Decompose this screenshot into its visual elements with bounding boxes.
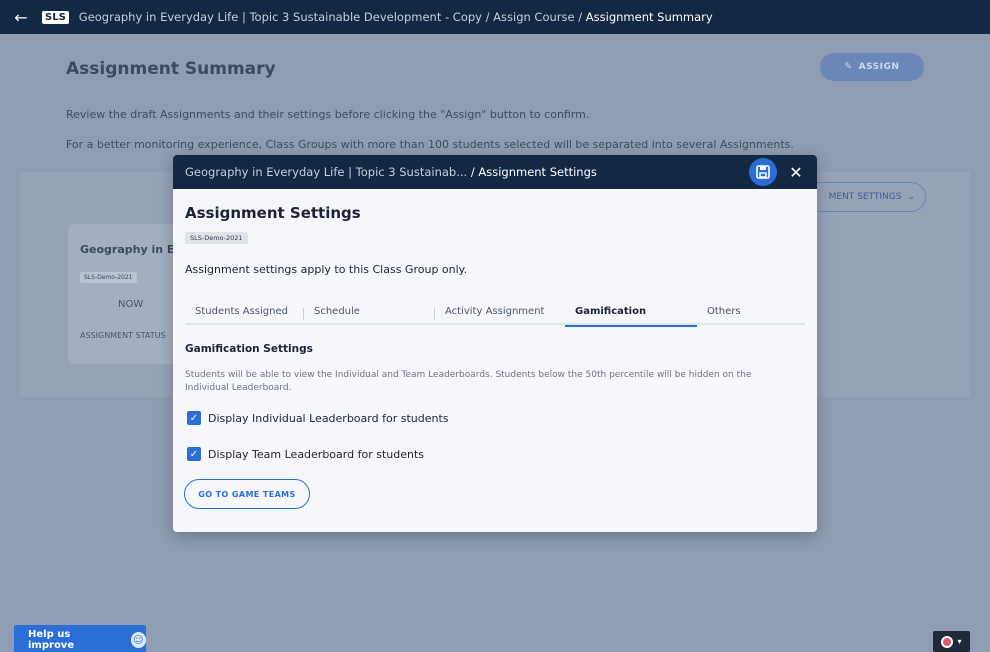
settings-tabs: Students Assigned Schedule Activity Assi… <box>185 303 805 327</box>
individual-leaderboard-checkbox[interactable]: ✓ <box>187 411 201 425</box>
class-group-chip: SLS-Demo-2021 <box>185 232 248 244</box>
save-icon <box>756 165 770 179</box>
tab-students-assigned[interactable]: Students Assigned <box>185 303 303 325</box>
individual-leaderboard-label: Display Individual Leaderboard for stude… <box>208 411 449 425</box>
go-to-game-teams-button[interactable]: GO TO GAME TEAMS <box>184 479 310 509</box>
card-class-chip: SLS-Demo-2021 <box>80 272 137 283</box>
save-button[interactable] <box>749 158 777 186</box>
top-bar: ← SLS Geography in Everyday Life | Topic… <box>0 0 990 34</box>
page-instruction: Review the draft Assignments and their s… <box>66 108 590 121</box>
assign-icon: ✎ <box>844 62 853 72</box>
assignment-settings-modal: Geography in Everyday Life | Topic 3 Sus… <box>173 155 817 532</box>
close-icon: ✕ <box>789 162 803 182</box>
section-title: Gamification Settings <box>185 343 313 355</box>
card-status: ASSIGNMENT STATUS <box>80 331 166 340</box>
breadcrumb-current: Assignment Summary <box>585 10 713 24</box>
caret-down-icon: ▾ <box>957 637 962 646</box>
chevron-down-icon: ⌄ <box>907 192 915 202</box>
help-us-improve-button[interactable]: Help us improve ☺ <box>14 625 146 652</box>
assign-button[interactable]: ✎ ASSIGN <box>820 53 924 81</box>
tab-gamification[interactable]: Gamification <box>565 303 697 327</box>
back-arrow-icon[interactable]: ← <box>10 8 32 27</box>
individual-leaderboard-option[interactable]: ✓ Display Individual Leaderboard for stu… <box>187 411 449 425</box>
help-label: Help us improve <box>28 629 75 651</box>
breadcrumb: Geography in Everyday Life | Topic 3 Sus… <box>79 10 713 24</box>
language-selector[interactable]: ▾ <box>933 631 970 652</box>
sls-logo: SLS <box>42 10 69 24</box>
modal-breadcrumb-current: / Assignment Settings <box>470 165 597 179</box>
page-title: Assignment Summary <box>66 59 276 79</box>
card-title: Geography in Ev <box>80 243 182 256</box>
team-leaderboard-option[interactable]: ✓ Display Team Leaderboard for students <box>187 447 424 461</box>
globe-icon <box>941 635 954 648</box>
assign-label: ASSIGN <box>858 62 900 72</box>
tab-activity-assignment[interactable]: Activity Assignment <box>435 303 565 325</box>
modal-breadcrumb-path: Geography in Everyday Life | Topic 3 Sus… <box>185 165 471 179</box>
modal-header: Geography in Everyday Life | Topic 3 Sus… <box>173 155 817 189</box>
breadcrumb-path[interactable]: Geography in Everyday Life | Topic 3 Sus… <box>79 10 586 24</box>
tab-schedule[interactable]: Schedule <box>304 303 434 325</box>
assignment-settings-button[interactable]: MENT SETTINGS ⌄ <box>806 182 926 212</box>
settings-pill-label: MENT SETTINGS <box>828 192 902 202</box>
smiley-icon: ☺ <box>130 632 146 648</box>
section-description: Students will be able to view the Indivi… <box>185 370 752 393</box>
team-leaderboard-checkbox[interactable]: ✓ <box>187 447 201 461</box>
modal-description: Assignment settings apply to this Class … <box>185 263 468 276</box>
modal-title: Assignment Settings <box>185 204 361 222</box>
page-note: For a better monitoring experience, Clas… <box>66 138 794 151</box>
card-now: NOW <box>118 299 144 310</box>
close-button[interactable]: ✕ <box>783 159 809 185</box>
tab-others[interactable]: Others <box>697 303 803 325</box>
modal-breadcrumb: Geography in Everyday Life | Topic 3 Sus… <box>185 165 749 179</box>
team-leaderboard-label: Display Team Leaderboard for students <box>208 447 424 461</box>
